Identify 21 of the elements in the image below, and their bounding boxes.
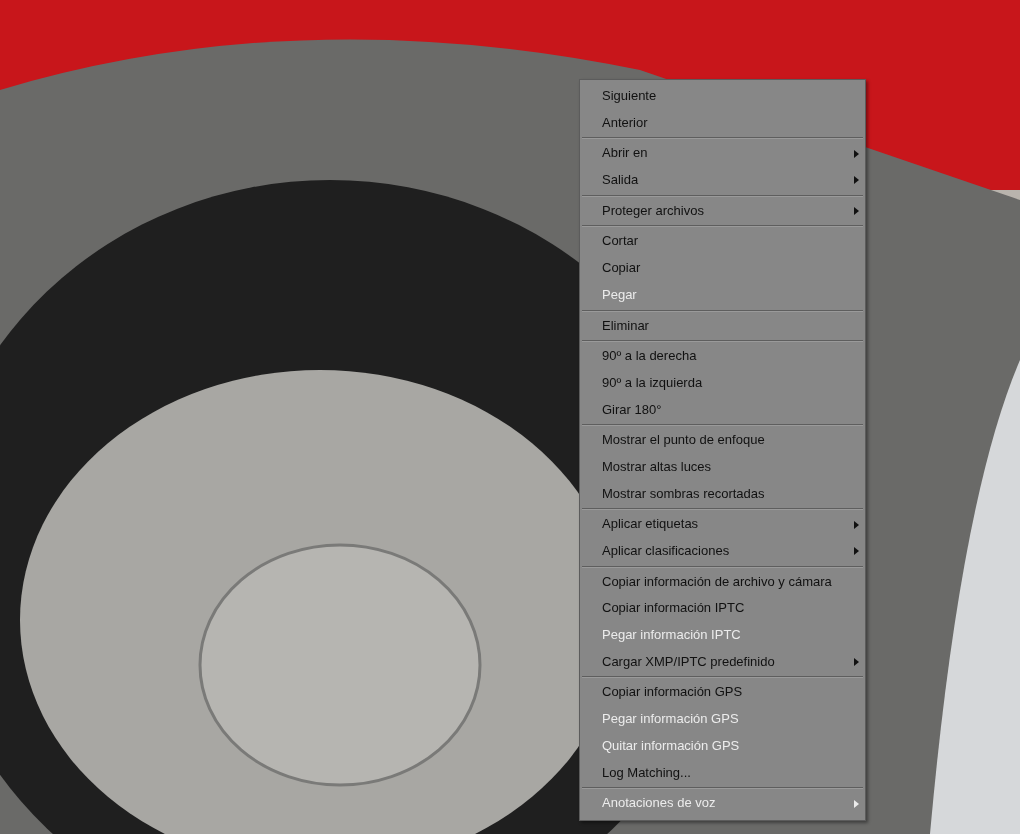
menu-item[interactable]: Copiar información IPTC [580,595,865,623]
menu-item[interactable]: Girar 180° [580,396,865,424]
menu-item[interactable]: Log Matching... [580,759,865,787]
menu-item[interactable]: Copiar información GPS [580,679,865,707]
menu-item[interactable]: 90º a la derecha [580,343,865,370]
menu-item[interactable]: Aplicar etiquetas [580,511,865,538]
menu-item[interactable]: Salida [580,167,865,194]
menu-item[interactable]: Cargar XMP/IPTC predefinido [580,648,865,676]
menu-item[interactable]: Siguiente [580,83,865,110]
menu-item[interactable]: Cortar [580,228,865,256]
menu-item[interactable]: Proteger archivos [580,197,865,225]
menu-item[interactable]: 90º a la izquierda [580,369,865,397]
menu-item[interactable]: Mostrar altas luces [580,453,865,481]
menu-item[interactable]: Aplicar clasificaciones [580,538,865,565]
menu-item[interactable]: Copiar [580,255,865,282]
menu-item[interactable]: Anterior [580,109,865,137]
menu-item[interactable]: Abrir en [580,140,865,168]
menu-item[interactable]: Copiar información de archivo y cámara [580,568,865,596]
menu-item[interactable]: Mostrar el punto de enfoque [580,427,865,454]
menu-item[interactable]: Mostrar sombras recortadas [580,480,865,508]
menu-item[interactable]: Eliminar [580,312,865,340]
